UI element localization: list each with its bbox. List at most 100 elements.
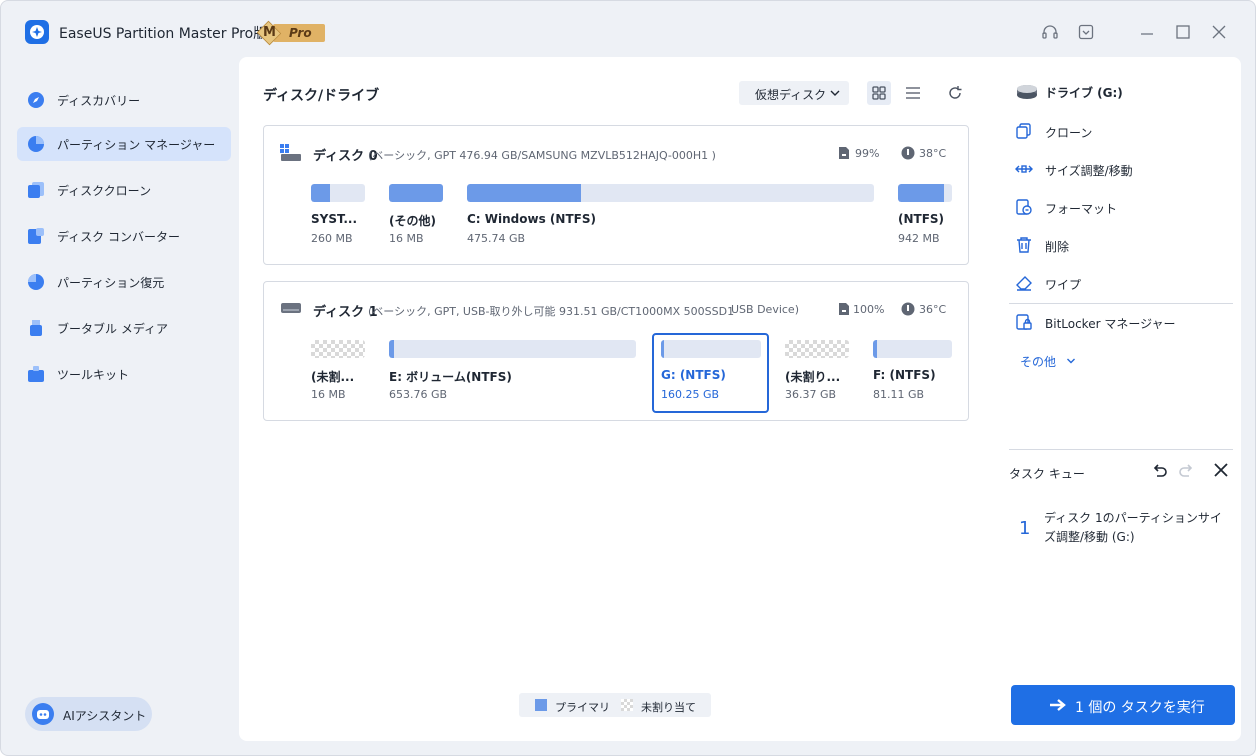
disk-clone-icon	[28, 182, 44, 198]
undo-icon[interactable]	[1150, 461, 1168, 479]
partition-size: 942 MB	[898, 232, 940, 245]
action-bitlocker[interactable]: BitLocker マネージャー	[1009, 307, 1233, 337]
partition-unallocated-1[interactable]: (未割... 16 MB	[311, 340, 365, 404]
usb-device-label: USB Device)	[731, 303, 799, 316]
list-view-icon[interactable]	[901, 81, 925, 105]
execute-tasks-button[interactable]: 1 個の タスクを実行	[1011, 685, 1235, 725]
partition-usage-fill	[661, 340, 664, 358]
drive-icon	[1017, 85, 1037, 99]
usb-drive-icon	[30, 320, 42, 336]
windows-disk-icon	[280, 144, 301, 161]
disk-temperature-value: 36°C	[919, 303, 947, 316]
partition-size: 160.25 GB	[661, 388, 720, 401]
disk-health-value: 100%	[853, 303, 885, 316]
partition-usage-fill	[389, 184, 443, 202]
disk-card-1[interactable]: ディスク 1 (ベーシック, GPT, USB-取り外し可能 931.51 GB…	[263, 281, 969, 421]
partition-usage-fill	[389, 340, 394, 358]
partition-usage-bar	[467, 184, 874, 202]
trash-icon	[1017, 237, 1031, 253]
partition-usage-bar	[311, 184, 365, 202]
partition-c-windows[interactable]: C: Windows (NTFS) 475.74 GB	[467, 184, 874, 248]
partition-name: E: ボリューム(NTFS)	[389, 370, 512, 384]
ai-assistant-button[interactable]: AIアシスタント	[25, 697, 152, 731]
menu-dropdown-icon[interactable]	[1078, 24, 1094, 40]
partition-name: F: (NTFS)	[873, 368, 936, 382]
sidebar-item-label: ディスカバリー	[57, 94, 141, 108]
partition-size: 653.76 GB	[389, 388, 448, 401]
sidebar-item-partition-manager[interactable]: パーティション マネージャー	[17, 127, 231, 161]
partition-name: C: Windows (NTFS)	[467, 212, 596, 226]
partition-system[interactable]: SYST... 260 MB	[311, 184, 365, 248]
sidebar-item-discovery[interactable]: ディスカバリー	[17, 83, 231, 117]
ai-assistant-label: AIアシスタント	[63, 709, 147, 723]
primary-swatch	[535, 699, 547, 711]
partition-unallocated-2[interactable]: (未割り... 36.37 GB	[785, 340, 849, 404]
virtual-disk-label: 仮想ディスク	[755, 88, 827, 102]
partition-size: 36.37 GB	[785, 388, 837, 401]
minimize-icon[interactable]	[1139, 24, 1155, 40]
compass-icon	[28, 92, 44, 108]
task-description: ディスク 1のパーティションサイズ調整/移動 (G:)	[1044, 511, 1222, 544]
pro-badge: Pro M	[256, 20, 325, 46]
sidebar-item-label: パーティション マネージャー	[57, 138, 216, 152]
sidebar-item-toolkit[interactable]: ツールキット	[17, 357, 231, 391]
page-title: ディスク/ドライブ	[263, 88, 380, 104]
app-window: EaseUS Partition Master Pro版 Pro M ディスカバ…	[0, 0, 1256, 756]
action-label: クローン	[1045, 126, 1093, 140]
partition-other[interactable]: (その他) 16 MB	[389, 184, 443, 248]
action-format[interactable]: フォーマット	[1009, 192, 1233, 222]
sidebar-item-label: パーティション復元	[57, 276, 165, 290]
maximize-icon[interactable]	[1175, 24, 1191, 40]
partition-usage-bar	[661, 340, 761, 358]
partition-size: 16 MB	[389, 232, 424, 245]
partition-size: 475.74 GB	[467, 232, 526, 245]
partition-usage-bar	[785, 340, 849, 358]
partition-g-selected[interactable]: G: (NTFS) 160.25 GB	[661, 340, 761, 404]
action-resize-move[interactable]: サイズ調整/移動	[1009, 154, 1233, 184]
action-wipe[interactable]: ワイプ	[1009, 268, 1233, 298]
disk-card-0[interactable]: ディスク 0 (ベーシック, GPT 476.94 GB/SAMSUNG MZV…	[263, 125, 969, 265]
divider	[1009, 303, 1233, 304]
clear-queue-icon[interactable]	[1212, 461, 1230, 479]
sidebar-item-bootable-media[interactable]: ブータブル メディア	[17, 311, 231, 345]
partition-ntfs-recovery[interactable]: (NTFS) 942 MB	[898, 184, 952, 248]
clone-icon	[1016, 123, 1031, 139]
sidebar-item-disk-converter[interactable]: ディスク コンバーター	[17, 219, 231, 253]
divider	[1009, 449, 1233, 450]
partition-legend: プライマリ 未割り当て	[519, 693, 711, 717]
disk-health-icon	[839, 147, 849, 159]
action-delete[interactable]: 削除	[1009, 230, 1233, 260]
chevron-down-icon	[830, 90, 840, 96]
partition-size: 260 MB	[311, 232, 353, 245]
grid-view-icon[interactable]	[867, 81, 891, 105]
partition-usage-bar	[389, 184, 443, 202]
partition-usage-fill	[898, 184, 944, 202]
disk-description: (ベーシック, GPT 476.94 GB/SAMSUNG MZVLB512HA…	[368, 149, 716, 162]
partition-usage-bar	[873, 340, 952, 358]
partition-e-volume[interactable]: E: ボリューム(NTFS) 653.76 GB	[389, 340, 636, 404]
legend-unallocated-label: 未割り当て	[641, 701, 696, 714]
redo-icon[interactable]	[1178, 461, 1196, 479]
sidebar-item-partition-recovery[interactable]: パーティション復元	[17, 265, 231, 299]
partition-usage-fill	[311, 184, 330, 202]
sidebar-item-disk-clone[interactable]: ディスククローン	[17, 173, 231, 207]
close-icon[interactable]	[1211, 24, 1227, 40]
virtual-disk-dropdown[interactable]: 仮想ディスク	[739, 81, 849, 105]
partition-recovery-icon	[28, 274, 44, 290]
support-headset-icon[interactable]	[1041, 24, 1058, 40]
partition-usage-fill	[873, 340, 877, 358]
action-label: サイズ調整/移動	[1045, 164, 1133, 178]
robot-icon	[32, 703, 54, 725]
action-label: フォーマット	[1045, 202, 1118, 216]
action-clone[interactable]: クローン	[1009, 116, 1233, 146]
partition-name: (その他)	[389, 214, 436, 228]
more-actions-button[interactable]: その他	[1020, 353, 1076, 370]
action-label: BitLocker マネージャー	[1045, 317, 1176, 331]
app-logo-icon	[25, 20, 49, 44]
external-disk-icon	[281, 303, 301, 313]
partition-name: (未割...	[311, 370, 355, 384]
refresh-icon[interactable]	[945, 83, 965, 103]
pie-chart-icon	[28, 136, 44, 152]
eraser-icon	[1016, 276, 1032, 291]
partition-f-ntfs[interactable]: F: (NTFS) 81.11 GB	[873, 340, 952, 404]
